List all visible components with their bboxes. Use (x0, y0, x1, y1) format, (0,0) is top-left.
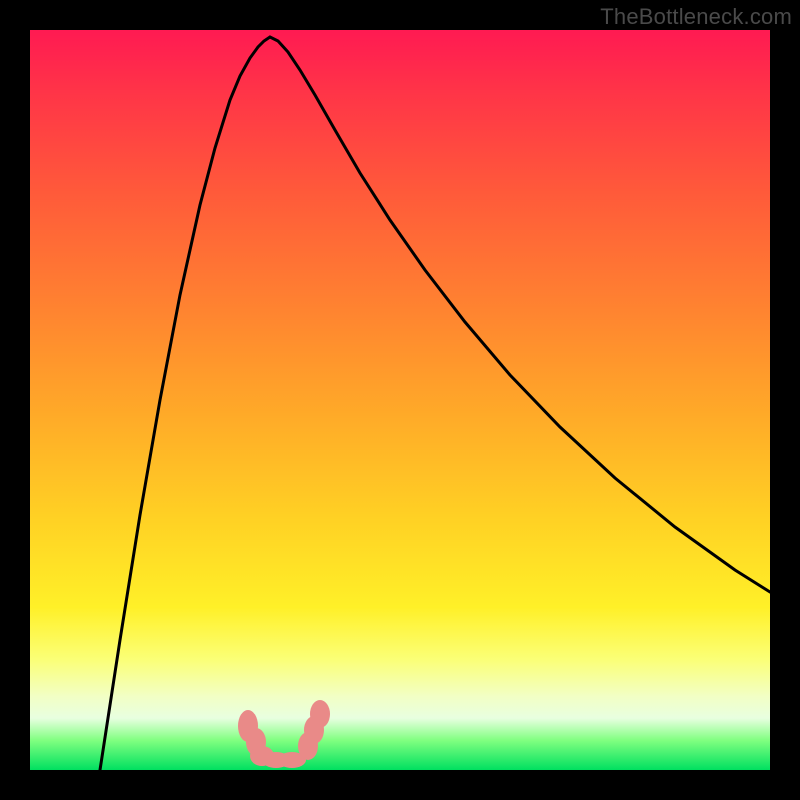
watermark-text: TheBottleneck.com (600, 4, 792, 30)
chart-frame: TheBottleneck.com (0, 0, 800, 800)
curve-overlay (30, 30, 770, 770)
bottleneck-curve (100, 37, 770, 770)
plot-area (30, 30, 770, 770)
curve-marker (310, 700, 330, 728)
